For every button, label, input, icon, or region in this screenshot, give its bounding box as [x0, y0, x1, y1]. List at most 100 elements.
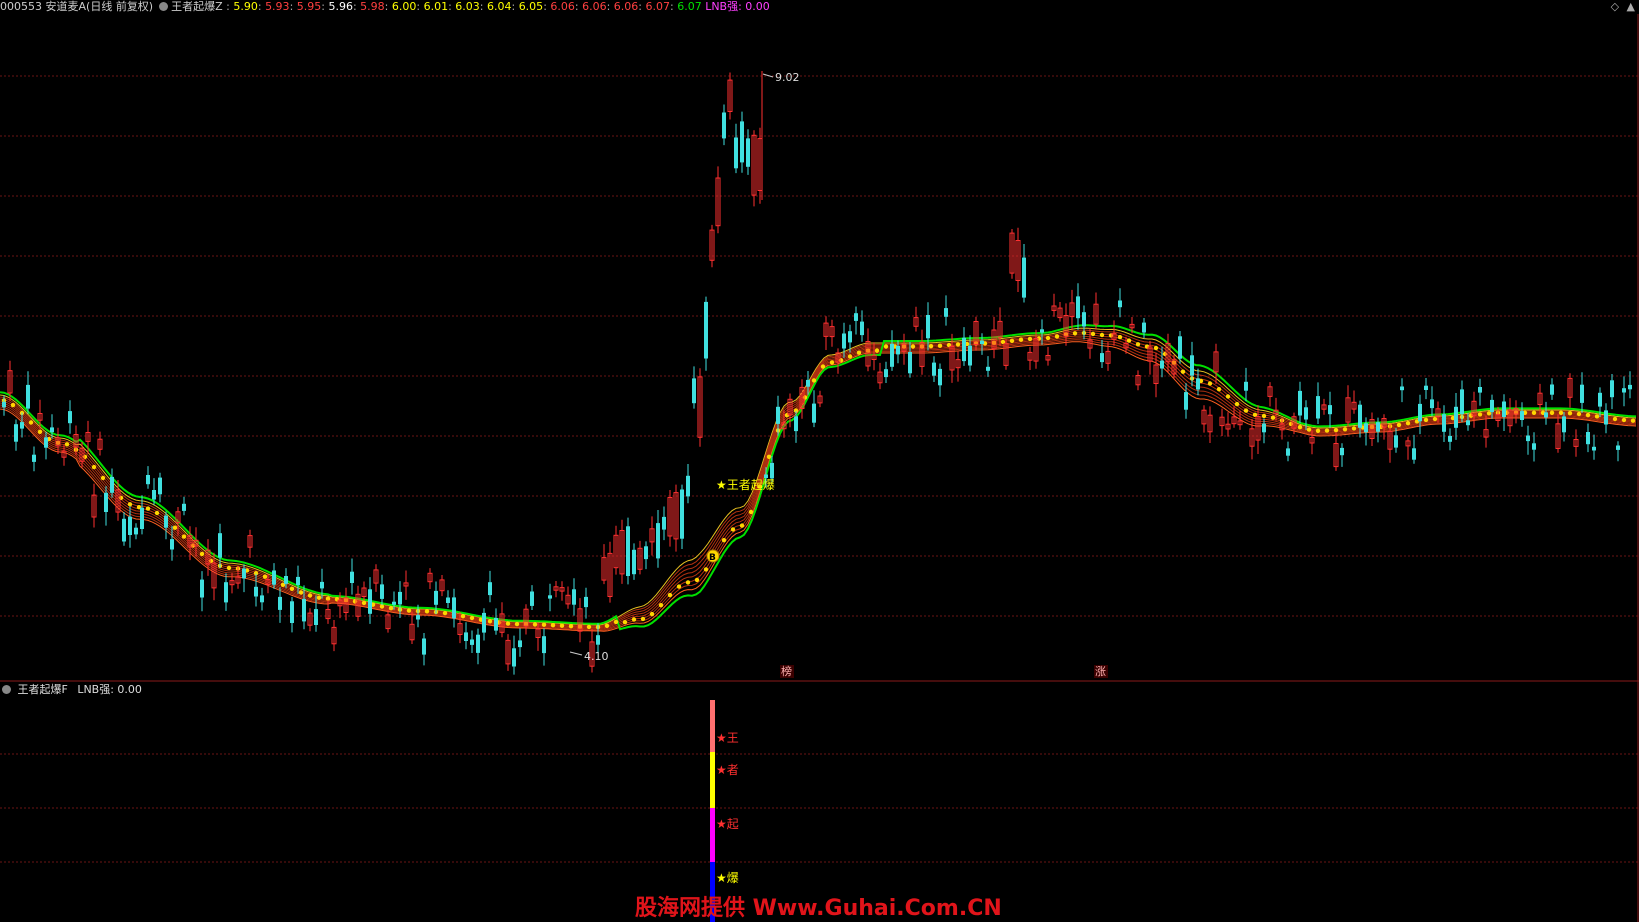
overlay: 9.02 4.10 ★王者起爆 B 榜 涨 [569, 71, 1108, 678]
ma-dot [172, 525, 178, 530]
ma-dot [937, 343, 943, 348]
ma-dot [649, 611, 655, 617]
ma-dot [10, 402, 16, 408]
ma-dot [1315, 428, 1321, 433]
ma-dot [361, 600, 367, 606]
ma-dot [118, 495, 124, 500]
lower-signal-label: ★起 [716, 817, 739, 831]
ma-dot [1585, 412, 1591, 418]
ma-line [0, 339, 1637, 631]
ma-dot [505, 621, 511, 626]
ma-dot [559, 623, 565, 628]
candle-body [1364, 423, 1368, 433]
candle-body [806, 379, 810, 387]
candle-body [1196, 378, 1200, 390]
candle-body [896, 345, 900, 355]
ma-dot [1090, 331, 1096, 337]
candle-body [1604, 410, 1608, 425]
candle-body [302, 598, 306, 622]
ma-dot [262, 574, 268, 579]
ma-dot [928, 344, 934, 349]
ma-dot [28, 420, 34, 425]
candle-body [1622, 388, 1626, 393]
candle-body [512, 648, 516, 667]
ma-dot [208, 558, 214, 564]
ma-dot [1243, 408, 1249, 413]
ma-dot [883, 344, 889, 349]
ma-dot [604, 623, 610, 628]
candle-body [1526, 435, 1530, 442]
ma-dot [1396, 422, 1402, 428]
candle-body [1082, 312, 1086, 327]
candle-body [1442, 414, 1446, 432]
candle-body [812, 403, 816, 423]
candle-body [722, 112, 726, 139]
ma-dot [613, 619, 619, 625]
candle-body [1118, 300, 1122, 308]
candle-body [170, 539, 174, 550]
ma-dot [1234, 401, 1240, 407]
ma-dot [1225, 394, 1231, 399]
candle-body [50, 427, 54, 433]
ma-dot [694, 577, 700, 583]
ma-dot [1045, 335, 1051, 341]
candle-body [434, 590, 438, 605]
ma-dot [1477, 412, 1483, 417]
ma-dot [406, 608, 412, 613]
candle-body [164, 515, 168, 528]
ma-dot [721, 538, 727, 543]
candle-body [1550, 384, 1554, 395]
ma-dot [1288, 421, 1294, 427]
candle-body [422, 638, 426, 655]
candle-body [398, 591, 402, 605]
ma-dot [829, 360, 835, 365]
candle-body [200, 579, 204, 598]
candle-body [1160, 360, 1164, 369]
lower-indicator-toggle-icon[interactable] [2, 685, 11, 694]
ma-dot [1531, 410, 1537, 415]
ma-dot [514, 621, 520, 627]
candle-body [1262, 423, 1266, 433]
ma-dot [1297, 425, 1303, 430]
candle-body [464, 632, 468, 641]
ma-dot [1423, 417, 1429, 423]
ma-dot [910, 344, 916, 349]
candle-body [704, 301, 708, 359]
candle-body [1358, 404, 1362, 428]
candle-body [242, 568, 246, 579]
candle-body [584, 596, 588, 608]
candle-body [734, 137, 738, 169]
ma-dot [1027, 336, 1033, 342]
ma-dot [667, 592, 673, 598]
ma-dot [685, 580, 691, 585]
low-label: 4.10 [584, 650, 609, 663]
signal-bar-segment [710, 808, 715, 862]
candle-body [278, 596, 282, 610]
ma-dot [289, 586, 295, 591]
candle-body [518, 640, 522, 648]
candle-body [848, 331, 852, 343]
lower-signal-label: ★爆 [716, 871, 739, 885]
candle-body [1580, 384, 1584, 403]
ma-dot [487, 619, 493, 624]
candle-body [680, 489, 684, 539]
lower-indicator-name: 王者起爆F [17, 683, 68, 696]
candle-body [158, 477, 162, 495]
lower-panel-header: 王者起爆F LNB强: 0.00 [0, 683, 142, 697]
candle-body [890, 343, 894, 367]
candle-body [542, 636, 546, 654]
candle-body [1100, 353, 1104, 363]
ma-dot [1054, 334, 1060, 339]
candle-body [380, 584, 384, 599]
candle-body [1478, 387, 1482, 393]
candle-body [1376, 422, 1380, 432]
lower-signal-label: ★者 [716, 763, 739, 777]
candle-body [272, 570, 276, 585]
candle-body [944, 308, 948, 317]
ma-dot [1270, 415, 1276, 420]
candle-body [284, 576, 288, 584]
candle-body [1490, 399, 1494, 413]
candle-body [1610, 380, 1614, 398]
candle-body [1184, 392, 1188, 410]
candle-body [884, 369, 888, 378]
